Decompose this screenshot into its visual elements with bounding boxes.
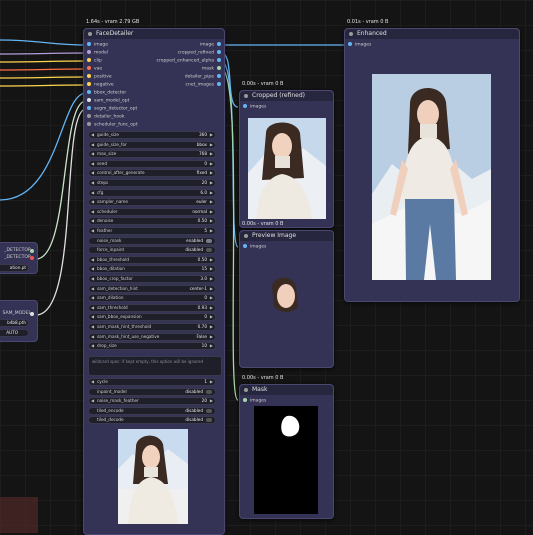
widget-guide-size[interactable]: ◀ guide_size 360 ▶	[88, 131, 216, 139]
widget-feather[interactable]: ◀ feather 5 ▶	[88, 227, 216, 235]
facedetailer-input-image[interactable]: image	[87, 42, 108, 49]
facedetailer-node[interactable]: FaceDetailer image model clip vae positive ne…	[83, 28, 225, 535]
detector-output-dot-a[interactable]	[30, 249, 34, 253]
facedetailer-preview-image	[118, 429, 188, 524]
enhanced-input-images[interactable]: images	[348, 42, 371, 49]
mask-input-images[interactable]: images	[243, 398, 266, 405]
widget-guide-size-for[interactable]: ◀ guide_size_for bbox ▶	[88, 140, 216, 149]
widget-noise-mask-feather[interactable]: ◀ noise_mask_feather 20 ▶	[88, 397, 216, 406]
mask-timing: 0.00s - vram 0 B	[242, 375, 284, 381]
widget-sam-mask-hint-threshold[interactable]: ◀ sam_mask_hint_threshold 0.70 ▶	[88, 323, 216, 331]
facedetailer-output-cropped-refined[interactable]: cropped_refined	[178, 50, 221, 57]
wire-image-in	[0, 39, 87, 46]
widget-sam-mask-hint-use-negative[interactable]: ◀ sam_mask_hint_use_negative False ▶	[88, 332, 216, 341]
widget-sampler-name[interactable]: ◀ sampler_name euler ▶	[88, 198, 216, 207]
enhanced-node[interactable]: Enhanced images	[344, 28, 520, 302]
preview-alpha-image	[266, 276, 304, 316]
detector-output-dot-b[interactable]	[30, 256, 34, 260]
facedetailer-input-segm-detector-opt[interactable]: segm_detector_opt	[87, 106, 137, 113]
widget-tiled-encode[interactable]: tiled_encode disabled	[88, 406, 216, 415]
cropped-title[interactable]: Cropped (refined)	[240, 91, 333, 101]
widget-control-after-generate[interactable]: ◀ control_after_generate fixed ▶	[88, 169, 216, 178]
widget-scheduler[interactable]: ◀ scheduler normal ▶	[88, 207, 216, 216]
detector-output-b: _DETECTOR	[4, 255, 31, 260]
preview-input-images[interactable]: images	[243, 244, 266, 251]
wire-sam	[35, 108, 87, 316]
widget-drop-size[interactable]: ◀ drop_size 10 ▶	[88, 342, 216, 351]
sam-output-dot[interactable]	[30, 312, 34, 316]
mask-title[interactable]: Mask	[240, 385, 333, 395]
widget-bbox-crop-factor[interactable]: ◀ bbox_crop_factor 3.0 ▶	[88, 275, 216, 283]
wire-clip-in	[0, 60, 87, 63]
facedetailer-input-positive[interactable]: positive	[87, 74, 112, 81]
facedetailer-input-scheduler-func-opt[interactable]: scheduler_func_opt	[87, 122, 138, 129]
facedetailer-timing: 1.64s - vram 2.79 GB	[86, 19, 140, 25]
widget-max-size[interactable]: ◀ max_size 768 ▶	[88, 150, 216, 159]
facedetailer-output-detailer-pipe[interactable]: detailer_pipe	[185, 74, 221, 81]
preview-timing: 0.00s - vram 0 B	[242, 221, 284, 227]
facedetailer-input-vae[interactable]: vae	[87, 66, 102, 73]
preview-node[interactable]: Preview Image images	[239, 230, 334, 368]
widget-steps[interactable]: ◀ steps 20 ▶	[88, 179, 216, 187]
detector-model-widget[interactable]: ation.pt	[0, 264, 29, 272]
enhanced-title[interactable]: Enhanced	[345, 29, 519, 39]
widget-cfg[interactable]: ◀ cfg 6.0 ▶	[88, 188, 216, 197]
widget-bbox-dilation[interactable]: ◀ bbox_dilation 15 ▶	[88, 265, 216, 274]
widget-denoise[interactable]: ◀ denoise 0.50 ▶	[88, 217, 216, 226]
facedetailer-output-cnet-images[interactable]: cnet_images	[186, 82, 221, 89]
preview-title[interactable]: Preview Image	[240, 231, 333, 241]
facedetailer-input-clip[interactable]: clip	[87, 58, 102, 65]
cropped-node[interactable]: Cropped (refined) images	[239, 90, 334, 228]
mask-image	[254, 406, 318, 514]
wildcard-textarea[interactable]: wildcard spec: if kept empty, this optio…	[88, 356, 222, 376]
facedetailer-title[interactable]: FaceDetailer	[84, 29, 224, 39]
facedetailer-output-image[interactable]: image	[200, 42, 221, 49]
widget-sam-threshold[interactable]: ◀ sam_threshold 0.93 ▶	[88, 303, 216, 312]
widget-bbox-threshold[interactable]: ◀ bbox_threshold 0.50 ▶	[88, 255, 216, 264]
widget-sam-dilation[interactable]: ◀ sam_dilation 0 ▶	[88, 294, 216, 303]
facedetailer-input-bbox-detector[interactable]: bbox_detector	[87, 90, 126, 97]
cropped-timing: 0.00s - vram 0 B	[242, 81, 284, 87]
facedetailer-output-mask[interactable]: mask	[202, 66, 221, 73]
detector-provider-node[interactable]: _DETECTOR _DETECTOR ation.pt	[0, 242, 38, 274]
partial-node-red	[0, 497, 38, 533]
widget-cycle[interactable]: ◀ cycle 1 ▶	[88, 378, 216, 386]
facedetailer-output-cropped-enhanced-alpha[interactable]: cropped_enhanced_alpha	[157, 58, 221, 65]
facedetailer-input-detailer-hook[interactable]: detailer_hook	[87, 114, 124, 121]
widget-inpaint-model[interactable]: inpaint_model disabled	[88, 387, 216, 396]
mask-node[interactable]: Mask images	[239, 384, 334, 519]
wire-positive-in	[0, 76, 87, 79]
sam-device-widget[interactable]: AUTO	[0, 329, 29, 337]
detector-output-a: _DETECTOR	[4, 248, 31, 253]
facedetailer-input-sam-model-opt[interactable]: sam_model_opt	[87, 98, 129, 105]
cropped-image	[248, 118, 326, 219]
wire-negative-in	[0, 84, 87, 87]
enhanced-image	[372, 74, 491, 280]
widget-noise-mask[interactable]: noise_mask enabled	[88, 236, 216, 245]
sam-output-label: SAM_MODEL	[2, 311, 31, 316]
facedetailer-input-negative[interactable]: negative	[87, 82, 114, 89]
sam-model-widget[interactable]: b4b8.pth	[0, 319, 29, 327]
widget-sam-bbox-expansion[interactable]: ◀ sam_bbox_expansion 0 ▶	[88, 313, 216, 322]
sam-loader-node[interactable]: SAM_MODEL b4b8.pth AUTO	[0, 300, 38, 342]
widget-sam-detection-hint[interactable]: ◀ sam_detection_hint center-1 ▶	[88, 284, 216, 293]
widget-seed[interactable]: ◀ seed 0 ▶	[88, 159, 216, 168]
widget-force-inpaint[interactable]: force_inpaint disabled	[88, 246, 216, 255]
cropped-input-images[interactable]: images	[243, 104, 266, 111]
wire-det-a	[35, 100, 87, 260]
wire-vae-in	[0, 68, 87, 71]
enhanced-timing: 0.01s - vram 0 B	[347, 19, 389, 25]
facedetailer-input-model[interactable]: model	[87, 50, 108, 57]
widget-tiled-decode[interactable]: tiled_decode disabled	[88, 416, 216, 425]
wire-model-in	[0, 52, 87, 55]
